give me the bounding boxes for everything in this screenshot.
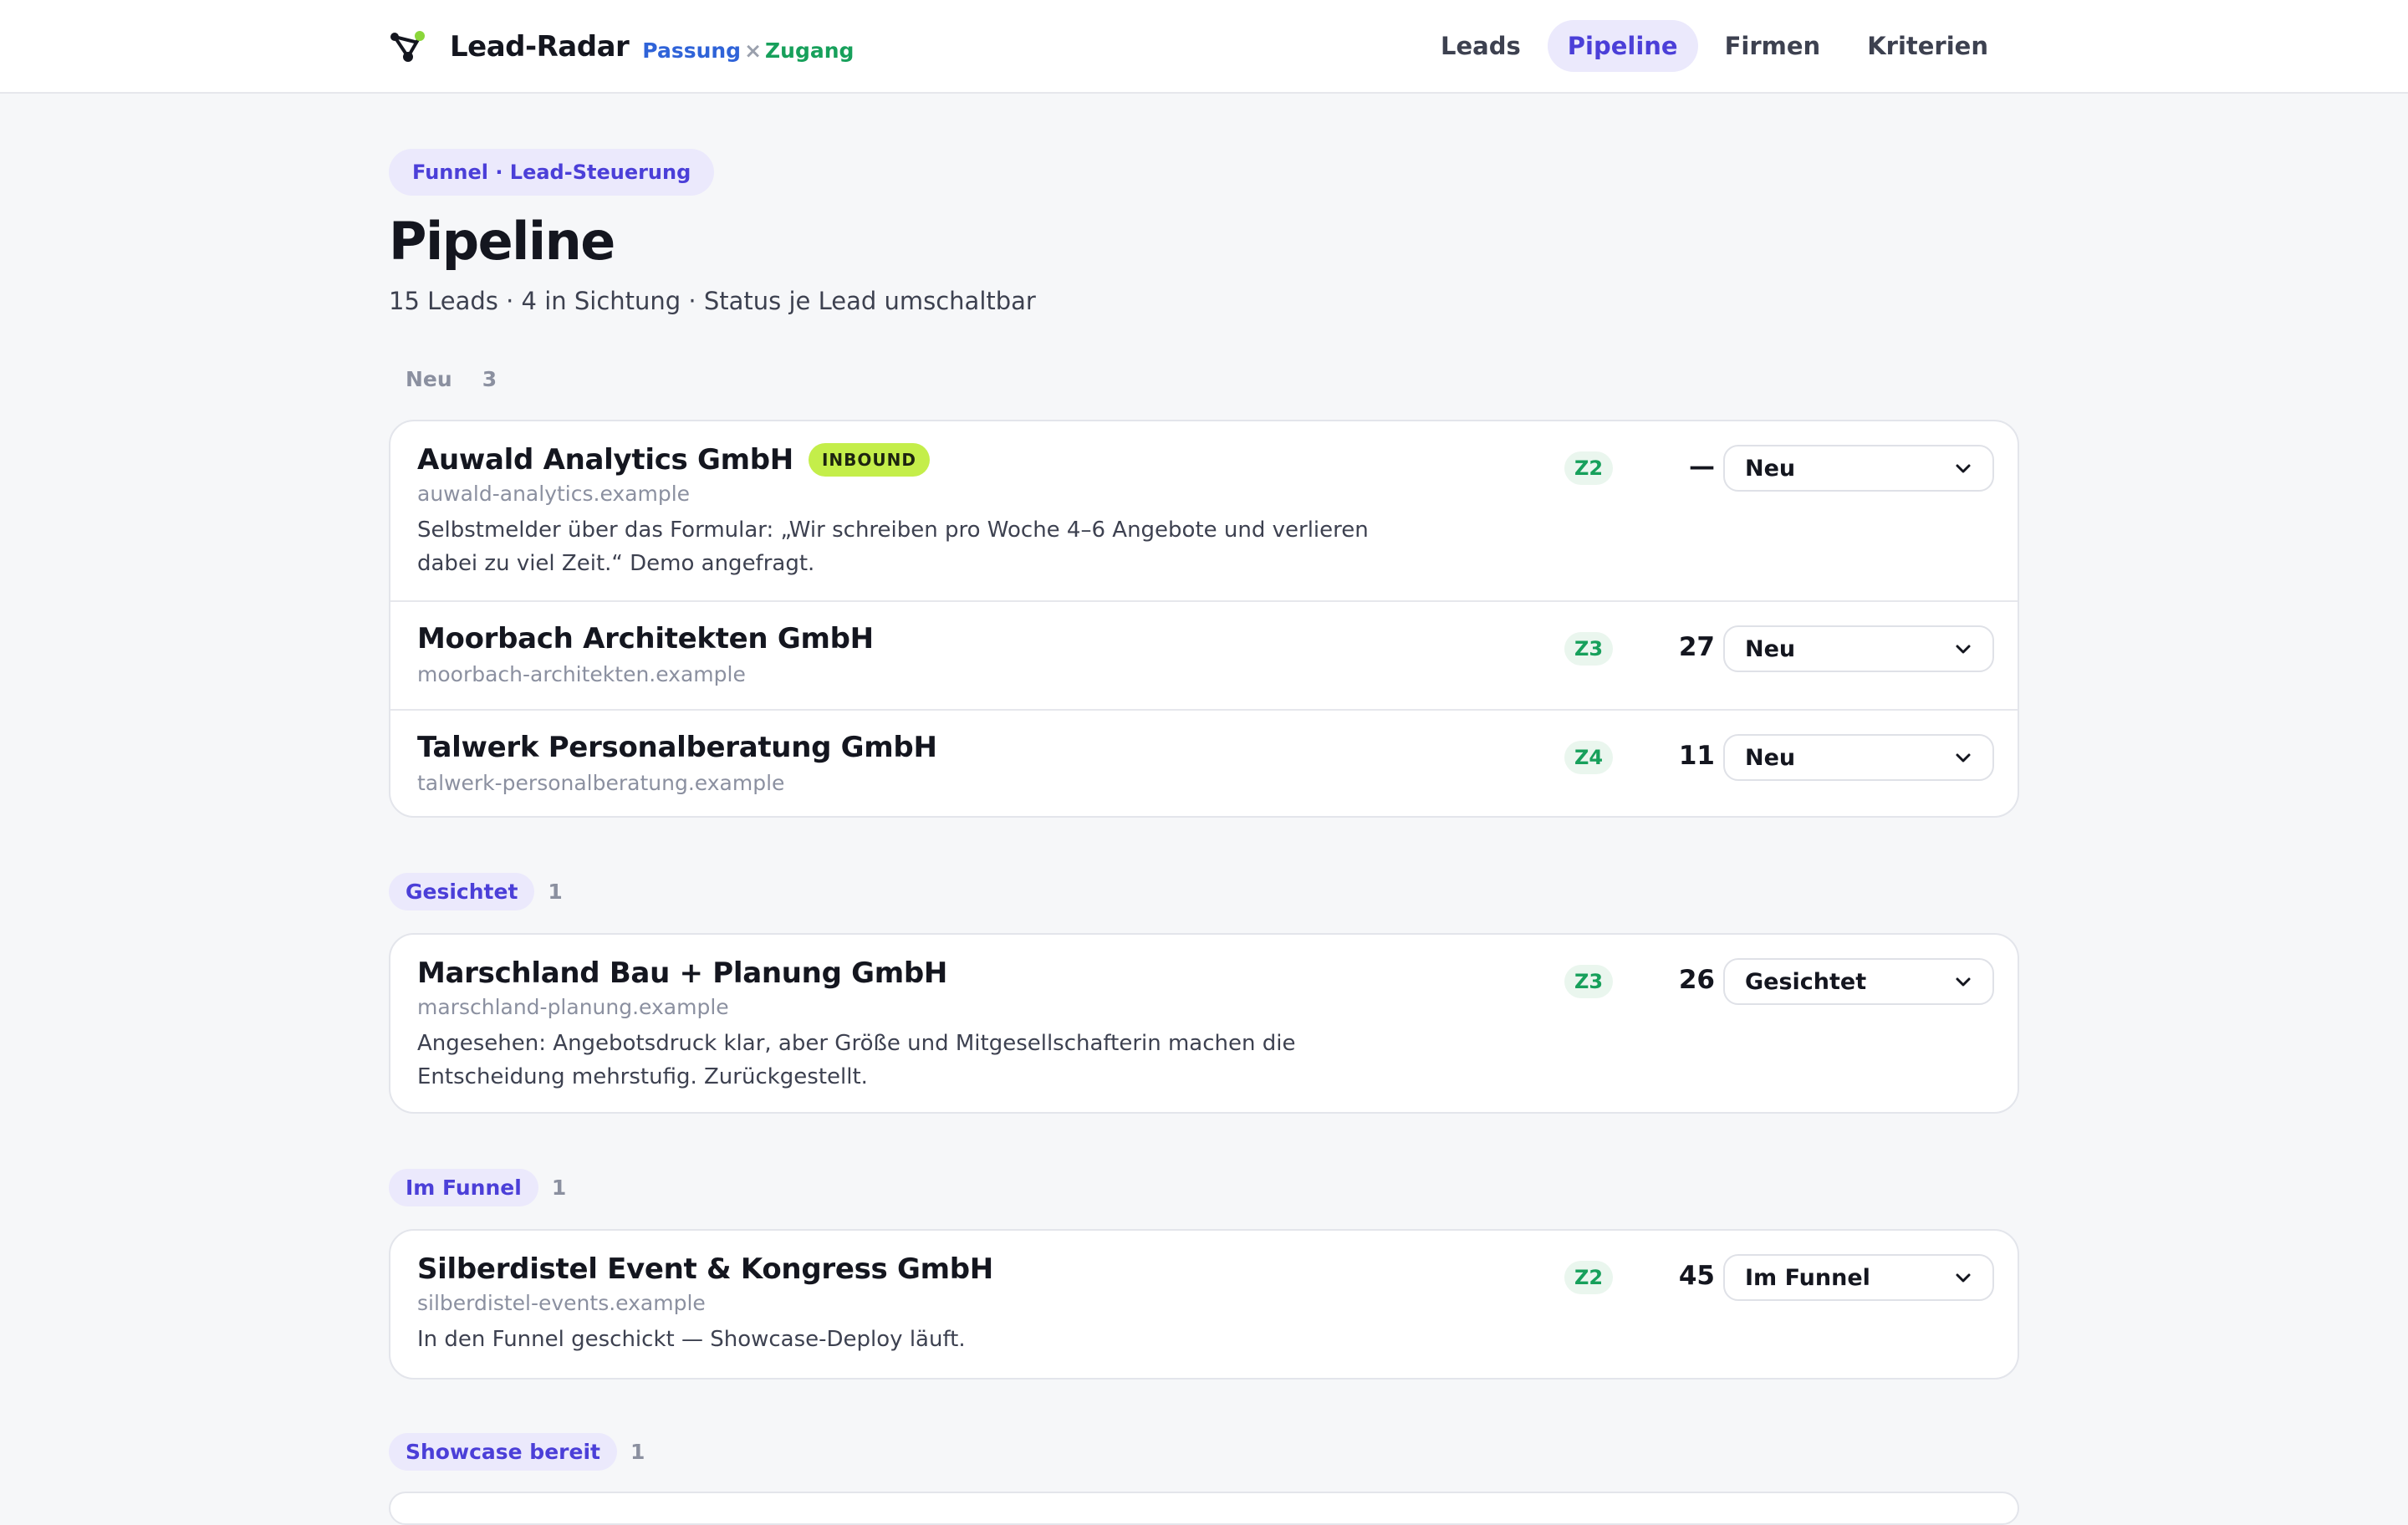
brand-tag-right: Zugang [765, 38, 855, 63]
chevron-down-icon [1956, 464, 1971, 473]
company-domain: marschland-planung.example [417, 995, 729, 1019]
status-select-value: Im Funnel [1745, 1264, 1870, 1291]
inbound-badge: INBOUND [808, 443, 930, 477]
lead-note: Angesehen: Angebotsdruck klar, aber Größ… [417, 1031, 1296, 1089]
company-domain: moorbach-architekten.example [417, 662, 746, 686]
status-select-value: Gesichtet [1745, 968, 1867, 995]
lead-score: — [1689, 451, 1715, 482]
group-card-gesichtet: Marschland Bau + Planung GmbH marschland… [389, 933, 2019, 1114]
status-select-value: Neu [1745, 455, 1796, 482]
status-select-value: Neu [1745, 635, 1796, 662]
group-count: 1 [548, 879, 563, 904]
eyebrow-badge: Funnel · Lead-Steuerung [389, 149, 715, 196]
lead-title: Moorbach Architekten GmbH [417, 622, 874, 655]
lead-score: 45 [1678, 1261, 1715, 1291]
status-select[interactable]: Im Funnel [1723, 1254, 1994, 1301]
main-nav: Leads Pipeline Firmen Kriterien [1414, 20, 2008, 72]
brand[interactable]: Lead-Radar Passung × Zugang [390, 25, 854, 69]
group-count: 1 [630, 1439, 645, 1464]
page-subtitle: 15 Leads · 4 in Sichtung · Status je Lea… [389, 287, 1036, 315]
company-domain: talwerk-personalberatung.example [417, 771, 785, 795]
group-label: Im Funnel [389, 1168, 538, 1206]
status-select[interactable]: Neu [1723, 734, 1994, 781]
nav-pipeline[interactable]: Pipeline [1547, 20, 1698, 72]
group-count: 1 [551, 1175, 567, 1200]
brand-tag-left: Passung [642, 38, 742, 63]
lead-note: Selbstmelder über das Formular: „Wir sch… [417, 518, 1369, 576]
lead-row[interactable]: Silberdistel Event & Kongress GmbH silbe… [390, 1231, 2018, 1378]
radar-nodes-icon [390, 31, 425, 62]
zone-badge: Z2 [1564, 1261, 1613, 1294]
zone-badge: Z2 [1564, 451, 1613, 485]
chevron-down-icon [1956, 1273, 1971, 1283]
zone-badge: Z4 [1564, 741, 1613, 774]
group-card-showcase-bereit [389, 1492, 2019, 1525]
status-select-value: Neu [1745, 744, 1796, 771]
chevron-down-icon [1956, 753, 1971, 762]
brand-tag-separator: × [744, 38, 763, 63]
lead-row[interactable]: Moorbach Architekten GmbH moorbach-archi… [390, 602, 2018, 711]
page-title: Pipeline [389, 211, 615, 272]
group-count: 3 [482, 366, 497, 391]
group-header-im-funnel: Im Funnel 1 [389, 1168, 567, 1206]
chevron-down-icon [1956, 977, 1971, 987]
brand-name: Lead-Radar [450, 30, 630, 64]
status-select[interactable]: Gesichtet [1723, 958, 1994, 1005]
group-label: Neu [406, 366, 452, 391]
lead-note: In den Funnel geschickt — Showcase-Deplo… [417, 1327, 966, 1352]
lead-title: Talwerk Personalberatung GmbH [417, 731, 937, 764]
group-header-neu: Neu 3 [389, 362, 497, 395]
lead-score: 26 [1678, 965, 1715, 995]
group-label: Gesichtet [389, 872, 535, 910]
group-label: Showcase bereit [389, 1432, 617, 1471]
group-card-neu: Auwald Analytics GmbH INBOUND auwald-ana… [389, 420, 2019, 818]
lead-row[interactable]: Marschland Bau + Planung GmbH marschland… [390, 935, 2018, 1112]
group-header-gesichtet: Gesichtet 1 [389, 872, 563, 910]
zone-badge: Z3 [1564, 965, 1613, 998]
nav-firmen[interactable]: Firmen [1705, 20, 1841, 72]
company-name[interactable]: Auwald Analytics GmbH [417, 443, 793, 477]
company-domain: silberdistel-events.example [417, 1291, 706, 1315]
status-select[interactable]: Neu [1723, 445, 1994, 492]
lead-row[interactable]: Talwerk Personalberatung GmbH talwerk-pe… [390, 711, 2018, 816]
brand-tagline: Passung × Zugang [642, 38, 854, 63]
nav-kriterien[interactable]: Kriterien [1847, 20, 2008, 72]
group-card-im-funnel: Silberdistel Event & Kongress GmbH silbe… [389, 1229, 2019, 1380]
lead-title: Marschland Bau + Planung GmbH [417, 956, 947, 990]
status-select[interactable]: Neu [1723, 625, 1994, 672]
lead-score: 11 [1678, 741, 1715, 771]
company-name[interactable]: Marschland Bau + Planung GmbH [417, 956, 947, 990]
company-domain: auwald-analytics.example [417, 482, 691, 506]
company-name[interactable]: Talwerk Personalberatung GmbH [417, 731, 937, 764]
company-name[interactable]: Silberdistel Event & Kongress GmbH [417, 1252, 993, 1286]
zone-badge: Z3 [1564, 632, 1613, 666]
chevron-down-icon [1956, 645, 1971, 654]
nav-leads[interactable]: Leads [1421, 20, 1541, 72]
company-name[interactable]: Moorbach Architekten GmbH [417, 622, 874, 655]
lead-row[interactable]: Auwald Analytics GmbH INBOUND auwald-ana… [390, 421, 2018, 602]
lead-title: Silberdistel Event & Kongress GmbH [417, 1252, 993, 1286]
group-header-showcase-bereit: Showcase bereit 1 [389, 1432, 645, 1471]
top-bar: Lead-Radar Passung × Zugang Leads Pipeline… [0, 0, 2408, 94]
lead-title: Auwald Analytics GmbH INBOUND [417, 443, 930, 477]
lead-score: 27 [1678, 632, 1715, 662]
